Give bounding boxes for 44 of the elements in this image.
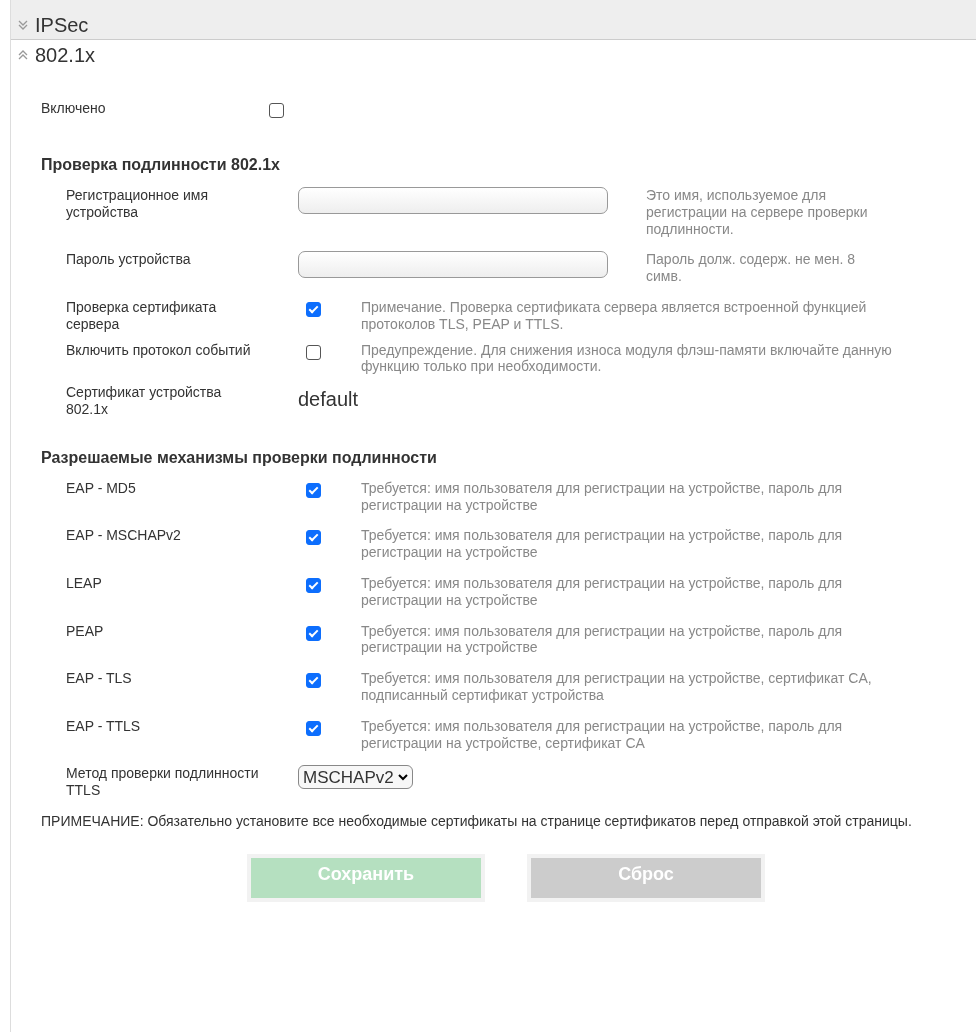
chevron-icon [17,18,29,31]
select-dropdown[interactable]: MSCHAPv2 [298,765,413,790]
checkbox[interactable] [306,577,321,593]
hint-text: Примечание. Проверка сертификата сервера является встроенной функцией протоколов TLS, PEAP и TTLS. [361,299,868,333]
checkbox[interactable] [306,530,321,546]
method-label: LEAP [66,574,103,593]
field-label: Пароль устройства [66,251,192,270]
caret-icon [397,773,408,782]
checkbox[interactable] [306,482,321,498]
hint-text: Требуется: имя пользователя для регистрации на устройстве, пароль для регистрации на устройстве [361,527,844,561]
input-field[interactable] [298,187,608,214]
hint-text: Это имя, используемое для регистрации на сервере проверки подлинности. [646,187,869,238]
section-header[interactable]: IPSec [11,0,976,40]
input-field[interactable] [298,251,608,279]
hint-text: Требуется: имя пользователя для регистрации на устройстве, пароль для регистрации на устройстве [361,479,844,514]
chevron-icon [17,49,29,61]
section-heading: Разрешаемые механизмы проверки подлинности [41,447,438,468]
field-label: Включить протокол событий [66,341,252,360]
section-heading: Проверка подлинности 802.1x [41,155,281,175]
method-label: EAP - MD5 [66,479,137,498]
value-text: default [298,387,359,413]
section-header[interactable]: 802.1x [11,40,976,70]
field-label: Сертификат устройства 802.1x [66,384,223,418]
checkbox[interactable] [306,720,321,736]
checkbox[interactable] [306,673,321,689]
method-label: PEAP [66,622,105,641]
note-text: ПРИМЕЧАНИЕ: Обязательно установите все необходимые сертификаты на странице сертификатов перед отправкой этой страницы. [41,812,913,831]
hint-text: Требуется: имя пользователя для регистрации на устройстве, сертификат CA, подписанный сертификат устройства [361,670,873,704]
field-label: Метод проверки подлинности TTLS [66,765,260,799]
checkbox[interactable] [306,344,321,360]
checkbox[interactable] [306,625,321,641]
method-label: EAP - TTLS [66,717,142,736]
field-label: Регистрационное имя устройства [66,187,209,222]
checkbox[interactable] [306,302,321,317]
checkbox[interactable] [269,103,284,118]
field-label: Включено [41,100,107,118]
method-label: EAP - TLS [66,670,133,689]
hint-text: Требуется: имя пользователя для регистрации на устройстве, пароль для регистрации на устройстве [361,574,844,609]
field-label: Проверка сертификата сервера [66,299,218,333]
hint-text: Пароль долж. содерж. не мен. 8 симв. [646,251,857,285]
hint-text: Требуется: имя пользователя для регистрации на устройстве, пароль для регистрации на устройстве [361,622,844,657]
hint-text: Требуется: имя пользователя для регистрации на устройстве, пароль для регистрации на устройстве, сертификат CA [361,717,844,752]
method-label: EAP - MSCHAPv2 [66,527,182,546]
hint-text: Предупреждение. Для снижения износа модуля флэш-памяти включайте данную функцию только при необходимости. [361,341,893,376]
